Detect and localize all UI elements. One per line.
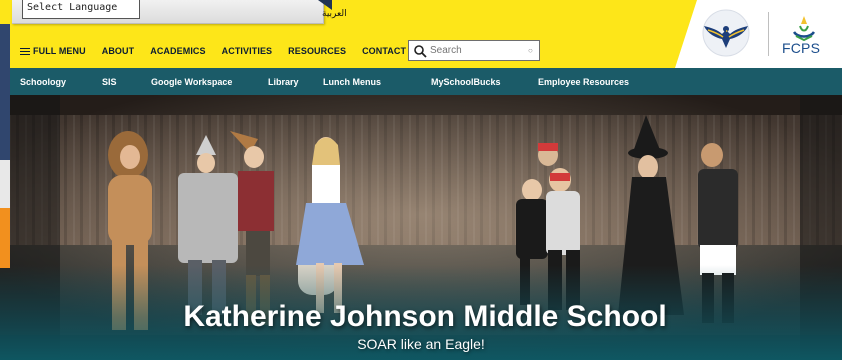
nav-about[interactable]: ABOUT (102, 46, 135, 56)
language-select[interactable]: Select Language (22, 0, 140, 19)
full-menu-button[interactable]: FULL MENU (20, 46, 86, 56)
nav-contact[interactable]: CONTACT (362, 46, 406, 56)
quicklink-sis[interactable]: SIS (102, 77, 117, 87)
logo-divider (768, 12, 769, 56)
search-clear-icon[interactable]: ○ (528, 46, 533, 55)
nav-academics[interactable]: ACADEMICS (150, 46, 205, 56)
side-tab-orange[interactable] (0, 208, 10, 268)
hamburger-icon (20, 48, 30, 55)
fcps-wordmark: FCPS (782, 40, 821, 56)
eagle-icon[interactable] (700, 8, 752, 58)
nav-activities[interactable]: ACTIVITIES (222, 46, 273, 56)
hero-banner: Katherine Johnson Middle School SOAR lik… (0, 95, 842, 360)
quicklinks-bar: Schoology SIS Google Workspace Library L… (0, 68, 842, 95)
search-input[interactable] (430, 45, 526, 56)
quicklink-library[interactable]: Library (268, 77, 299, 87)
quicklink-google-workspace[interactable]: Google Workspace (151, 77, 232, 87)
nav-resources[interactable]: RESOURCES (288, 46, 346, 56)
search-box[interactable]: ○ (408, 40, 540, 61)
main-nav: FULL MENU ABOUT ACADEMICS ACTIVITIES RES… (20, 44, 422, 58)
quicklink-lunch-menus[interactable]: Lunch Menus (323, 77, 381, 87)
quicklink-schoology[interactable]: Schoology (20, 77, 66, 87)
quicklink-myschoolbucks[interactable]: MySchoolBucks (431, 77, 501, 87)
translate-widget: Select Language (12, 0, 324, 24)
language-link-arabic[interactable]: العربية (322, 9, 347, 19)
full-menu-label: FULL MENU (33, 46, 86, 56)
side-tab-blue[interactable] (0, 24, 10, 160)
side-tab-white (0, 160, 10, 208)
hero-title: Katherine Johnson Middle School (183, 300, 667, 333)
quicklink-employee-resources[interactable]: Employee Resources (538, 77, 629, 87)
hero-subtitle: SOAR like an Eagle! (357, 336, 485, 352)
search-icon (414, 44, 427, 58)
